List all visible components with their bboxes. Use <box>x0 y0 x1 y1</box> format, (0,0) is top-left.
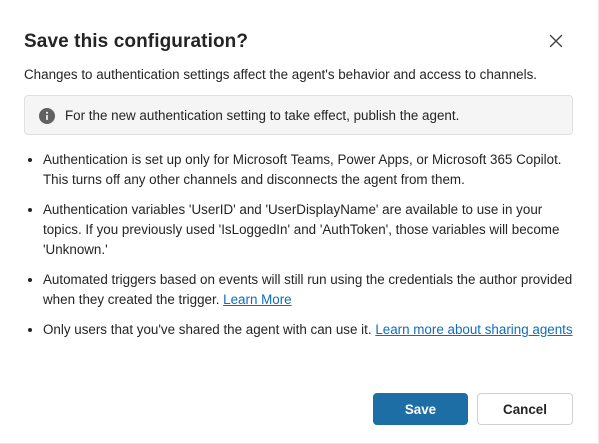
save-configuration-dialog: Save this configuration? Changes to auth… <box>0 0 599 444</box>
bullet-text: Authentication is set up only for Micros… <box>43 152 562 187</box>
save-button[interactable]: Save <box>373 393 468 425</box>
info-message-bar: For the new authentication setting to ta… <box>24 95 573 135</box>
bullet-text: Automated triggers based on events will … <box>43 272 573 307</box>
dialog-title: Save this configuration? <box>24 31 249 52</box>
learn-more-link[interactable]: Learn More <box>223 292 291 307</box>
info-icon <box>39 108 55 124</box>
bullet-item-variables: Authentication variables 'UserID' and 'U… <box>43 200 583 260</box>
bullet-item-channels: Authentication is set up only for Micros… <box>43 150 583 190</box>
info-message-text: For the new authentication setting to ta… <box>65 108 460 123</box>
learn-more-sharing-link[interactable]: Learn more about sharing agents <box>375 322 572 337</box>
bullet-item-triggers: Automated triggers based on events will … <box>43 270 583 310</box>
bullet-item-sharing: Only users that you've shared the agent … <box>43 320 583 340</box>
dialog-intro-text: Changes to authentication settings affec… <box>24 67 537 82</box>
close-button[interactable] <box>545 30 567 52</box>
bullet-text: Authentication variables 'UserID' and 'U… <box>43 202 560 257</box>
cancel-button[interactable]: Cancel <box>477 393 573 425</box>
close-icon <box>549 34 563 48</box>
bullet-text: Only users that you've shared the agent … <box>43 322 376 337</box>
bullet-list: Authentication is set up only for Micros… <box>24 150 583 340</box>
